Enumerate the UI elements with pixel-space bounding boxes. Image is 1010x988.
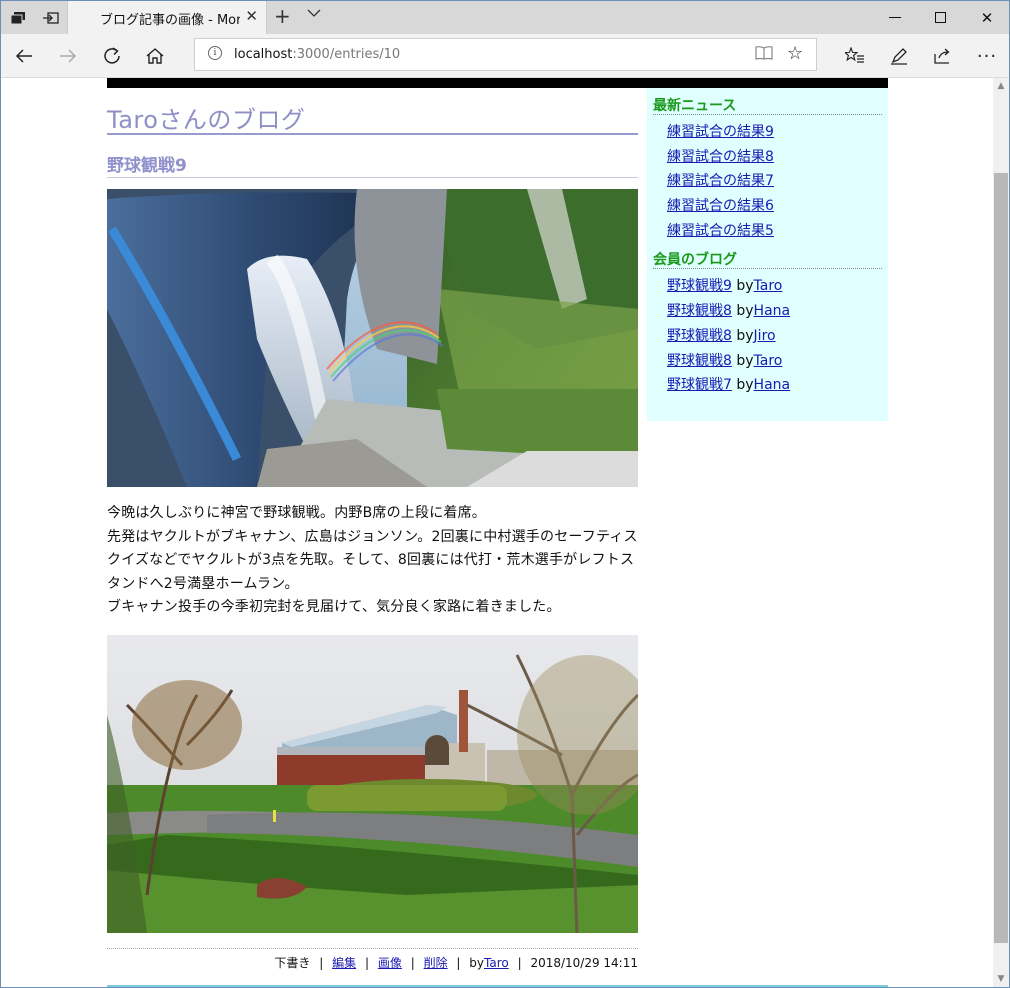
dam-photo xyxy=(107,189,638,487)
maximize-icon[interactable] xyxy=(918,1,964,34)
member-blog-item: 野球観戦8 byHana xyxy=(667,299,882,324)
vertical-scrollbar[interactable]: ▲ ▼ xyxy=(993,78,1009,987)
blog-entry-link[interactable]: 野球観戦8 xyxy=(667,328,732,344)
url-text: localhost:3000/entries/10 xyxy=(234,47,400,62)
favorite-star-icon[interactable]: ☆ xyxy=(787,43,803,64)
address-bar[interactable]: i localhost:3000/entries/10 ☆ xyxy=(194,38,817,71)
delete-link[interactable]: 削除 xyxy=(424,956,448,970)
tab-list-icon[interactable] xyxy=(1,1,34,34)
set-tabs-aside-icon[interactable] xyxy=(34,1,67,34)
footer-bar xyxy=(107,985,888,987)
news-link[interactable]: 練習試合の結果6 xyxy=(667,198,774,214)
entry-paragraph: 今晩は久しぶりに神宮で野球観戦。内野B席の上段に着席。 xyxy=(107,505,487,521)
favorites-hub-icon[interactable] xyxy=(839,40,871,72)
tab-preview-chevron-icon[interactable] xyxy=(307,6,321,22)
main-column: Taroさんのブログ 野球観戦9 今晩は久しぶりに神宮で野球観戦。内野B席の上段… xyxy=(107,88,638,971)
by-label: by xyxy=(736,303,754,320)
more-menu-icon[interactable]: ··· xyxy=(971,40,1003,72)
news-link[interactable]: 練習試合の結果8 xyxy=(667,149,774,165)
url-host: localhost xyxy=(234,47,293,62)
separator: | xyxy=(319,955,324,970)
entry-footer: 下書き | 編集 | 画像 | 削除 | byTaro | 2018/10/29… xyxy=(107,947,638,971)
site-info-icon[interactable]: i xyxy=(208,46,222,60)
scroll-up-icon[interactable]: ▲ xyxy=(993,78,1009,94)
edit-link[interactable]: 編集 xyxy=(332,956,356,970)
entry-datetime: 2018/10/29 14:11 xyxy=(530,955,638,970)
tab-bar: ブログ記事の画像 - Morn ✕ + ✕ xyxy=(1,1,1010,35)
entry-paragraph: 先発はヤクルトがブキャナン、広島はジョンソン。2回裏に中村選手のセーフティスクイ… xyxy=(107,528,638,592)
news-list: 練習試合の結果9 練習試合の結果8 練習試合の結果7 練習試合の結果6 練習試合… xyxy=(653,120,882,243)
blog-entry-link[interactable]: 野球観戦9 xyxy=(667,278,732,294)
member-blog-item: 野球観戦7 byHana xyxy=(667,373,882,398)
by-label: by xyxy=(736,278,754,295)
reading-view-icon[interactable] xyxy=(755,45,773,64)
blog-title: Taroさんのブログ xyxy=(107,88,638,135)
url-path: :3000/entries/10 xyxy=(292,47,401,62)
tab-close-icon[interactable]: ✕ xyxy=(245,7,258,25)
blog-entry-link[interactable]: 野球観戦7 xyxy=(667,377,732,393)
separator: | xyxy=(364,955,370,970)
web-note-pen-icon[interactable] xyxy=(883,40,915,72)
separator: | xyxy=(456,955,461,970)
news-heading: 最新ニュース xyxy=(653,95,882,115)
blog-author-link[interactable]: Hana xyxy=(754,303,791,319)
news-link[interactable]: 練習試合の結果5 xyxy=(667,223,774,239)
share-icon[interactable] xyxy=(927,40,959,72)
navigation-bar: i localhost:3000/entries/10 ☆ ··· xyxy=(1,34,1009,78)
member-blog-item: 野球観戦9 byTaro xyxy=(667,274,882,299)
blog-entry-link[interactable]: 野球観戦8 xyxy=(667,303,732,319)
entry-body: 今晩は久しぶりに神宮で野球観戦。内野B席の上段に着席。 先発はヤクルトがブキャナ… xyxy=(107,502,638,620)
home-icon[interactable] xyxy=(139,40,171,72)
separator: | xyxy=(410,955,415,970)
entry-title: 野球観戦9 xyxy=(107,151,638,178)
page-viewport: Taroさんのブログ 野球観戦9 今晩は久しぶりに神宮で野球観戦。内野B席の上段… xyxy=(1,78,993,987)
news-link[interactable]: 練習試合の結果7 xyxy=(667,173,774,189)
separator: | xyxy=(517,955,522,970)
by-label: by xyxy=(469,955,485,970)
member-blogs-heading: 会員のブログ xyxy=(653,249,882,270)
park-photo xyxy=(107,634,638,933)
images-link[interactable]: 画像 xyxy=(378,956,402,970)
forward-icon[interactable] xyxy=(52,40,84,72)
news-link[interactable]: 練習試合の結果9 xyxy=(667,124,774,140)
member-blog-item: 野球観戦8 byJiro xyxy=(667,324,882,349)
close-window-icon[interactable]: ✕ xyxy=(964,1,1010,34)
news-item: 練習試合の結果8 xyxy=(667,145,882,170)
header-bar xyxy=(107,78,888,88)
back-icon[interactable] xyxy=(8,40,40,72)
new-tab-icon[interactable]: + xyxy=(274,4,291,28)
news-item: 練習試合の結果5 xyxy=(667,219,882,244)
blog-entry-link[interactable]: 野球観戦8 xyxy=(667,353,732,369)
by-label: by xyxy=(736,377,754,394)
by-label: by xyxy=(736,352,754,369)
blog-author-link[interactable]: Taro xyxy=(754,353,783,369)
by-label: by xyxy=(736,327,754,344)
tab-title: ブログ記事の画像 - Morn xyxy=(100,13,240,28)
scroll-down-icon[interactable]: ▼ xyxy=(993,971,1009,987)
news-item: 練習試合の結果6 xyxy=(667,194,882,219)
author-link[interactable]: Taro xyxy=(484,956,509,970)
entry-paragraph: ブキャナン投手の今季初完封を見届けて、気分良く家路に着きました。 xyxy=(107,599,561,615)
scroll-thumb[interactable] xyxy=(994,173,1008,943)
news-item: 練習試合の結果9 xyxy=(667,120,882,145)
member-blogs-list: 野球観戦9 byTaro 野球観戦8 byHana 野球観戦8 byJiro 野… xyxy=(653,274,882,397)
news-item: 練習試合の結果7 xyxy=(667,169,882,194)
refresh-icon[interactable] xyxy=(96,40,128,72)
blog-author-link[interactable]: Taro xyxy=(754,278,783,294)
sidebar: 最新ニュース 練習試合の結果9 練習試合の結果8 練習試合の結果7 練習試合の結… xyxy=(647,88,888,421)
tab-active[interactable]: ブログ記事の画像 - Morn ✕ xyxy=(67,1,267,35)
draft-status: 下書き xyxy=(274,955,311,970)
minimize-icon[interactable] xyxy=(872,1,918,34)
browser-window: ブログ記事の画像 - Morn ✕ + ✕ i localhost:3000/e… xyxy=(0,0,1010,988)
blog-author-link[interactable]: Hana xyxy=(754,377,791,393)
member-blog-item: 野球観戦8 byTaro xyxy=(667,349,882,374)
blog-author-link[interactable]: Jiro xyxy=(754,328,776,344)
